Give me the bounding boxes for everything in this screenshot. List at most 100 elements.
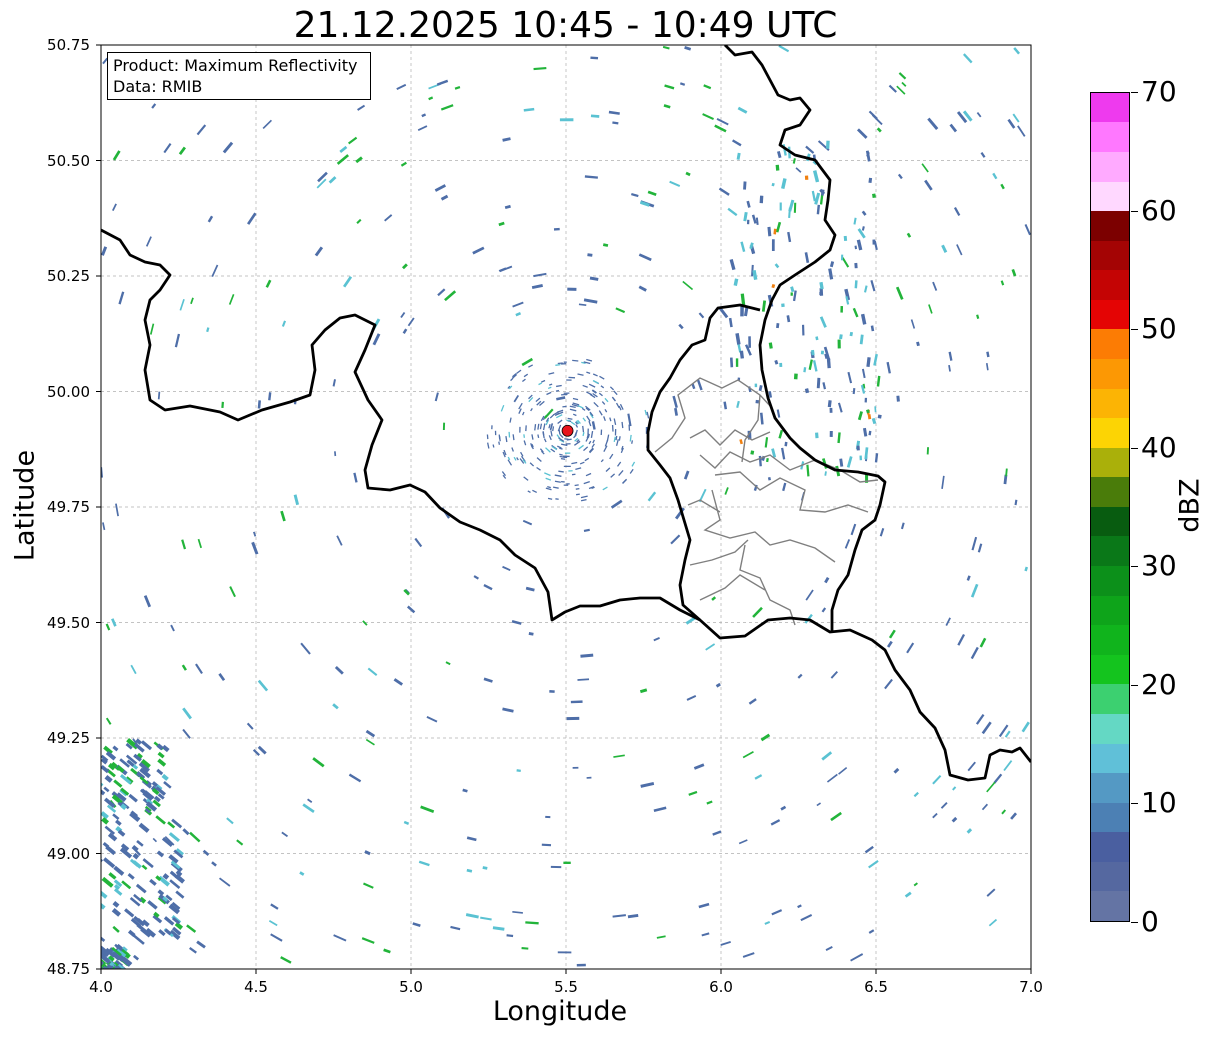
echo-mark [558,470,564,473]
echo-mark [91,739,96,743]
echo-mark [776,323,780,329]
echo-mark [740,293,746,306]
y-tick-label: 50.25 [47,267,90,285]
echo-mark [516,769,521,773]
colorbar-segment [1091,625,1129,655]
colorbar-segment [1091,891,1129,921]
echo-mark [868,430,872,436]
colorbar-tick-label: 60 [1141,193,1177,227]
echo-mark [976,314,980,319]
product-label: Product: Maximum Reflectivity [113,56,358,75]
echo-mark [505,436,508,443]
colorbar-segment [1091,861,1129,892]
echo-mark [583,528,590,532]
echo-mark [101,790,102,793]
echo-mark [739,439,743,445]
echo-mark [575,487,580,490]
colorbar-segment [1091,477,1129,507]
echo-mark [803,367,807,373]
echo-mark [90,958,96,963]
colorbar-segment [1091,92,1129,123]
echo-mark [533,66,547,71]
echo-mark [556,396,566,401]
x-tick-label: 5.5 [554,978,578,996]
echo-mark [582,425,585,433]
echo-mark [91,952,96,956]
echo-mark [822,382,827,390]
echo-mark [101,965,102,967]
echo-mark [837,432,841,444]
echo-mark [93,757,98,761]
echo-mark [1014,499,1018,506]
colorbar-tick-label: 20 [1141,667,1177,701]
colorbar-segment [1091,684,1129,714]
echo-mark [752,270,758,280]
echo-mark [131,844,139,852]
echo-mark [90,901,98,908]
echo-mark [816,204,821,215]
echo-mark [764,437,769,448]
echo-mark [819,281,824,290]
echo-mark [584,175,598,179]
echo-mark [750,450,755,455]
echo-mark [685,171,691,177]
echo-mark [715,682,721,688]
colorbar-tick-label: 0 [1141,905,1159,938]
echo-mark [739,350,744,359]
echo-mark [827,400,832,408]
echo-mark [629,434,632,442]
echo-mark [839,334,843,340]
echo-mark [421,113,427,118]
echo-mark [755,217,759,225]
echo-mark [101,965,103,969]
echo-mark [728,317,733,328]
echo-mark [743,211,748,222]
echo-mark [590,114,600,118]
echo-mark [839,458,844,467]
y-tick-label: 50.75 [47,36,90,54]
echo-mark [872,193,876,199]
echo-mark [91,959,99,965]
echo-mark [552,426,555,432]
colorbar-segment [1091,506,1129,537]
echo-mark [786,315,791,323]
echo-mark [578,303,587,306]
x-tick-label: 7.0 [1019,978,1043,996]
echo-mark [867,414,872,420]
echo-mark [576,493,580,496]
colorbar-tick-label: 30 [1141,549,1177,583]
echo-mark [555,363,561,366]
colorbar-tick-label: 50 [1141,312,1177,346]
echo-mark [767,226,772,237]
echo-mark [787,231,792,243]
echo-mark [828,268,834,280]
echo-mark [590,56,599,60]
echo-mark [101,858,104,863]
echo-mark [560,458,566,460]
echo-mark [121,968,124,969]
colorbar-segment [1091,802,1129,833]
echo-mark [804,388,810,394]
echo-mark [525,921,539,925]
echo-mark [781,178,787,190]
echo-mark [525,586,535,592]
echo-mark [916,341,920,347]
echo-mark [428,96,434,101]
echo-mark [101,960,104,967]
echo-mark [948,364,951,372]
colorbar-segment [1091,211,1129,241]
echo-mark [826,358,831,369]
echo-mark [663,104,671,109]
echo-mark [86,793,96,801]
echo-mark [92,882,98,887]
echo-mark [523,107,535,112]
echo-mark [521,947,529,950]
echo-mark [1005,468,1008,477]
echo-mark [561,393,568,396]
echo-mark [567,417,573,420]
y-tick-label: 50.50 [47,151,90,170]
echo-mark [684,46,692,51]
echo-mark [639,688,648,694]
echo-mark [498,441,501,445]
echo-mark [866,151,870,157]
